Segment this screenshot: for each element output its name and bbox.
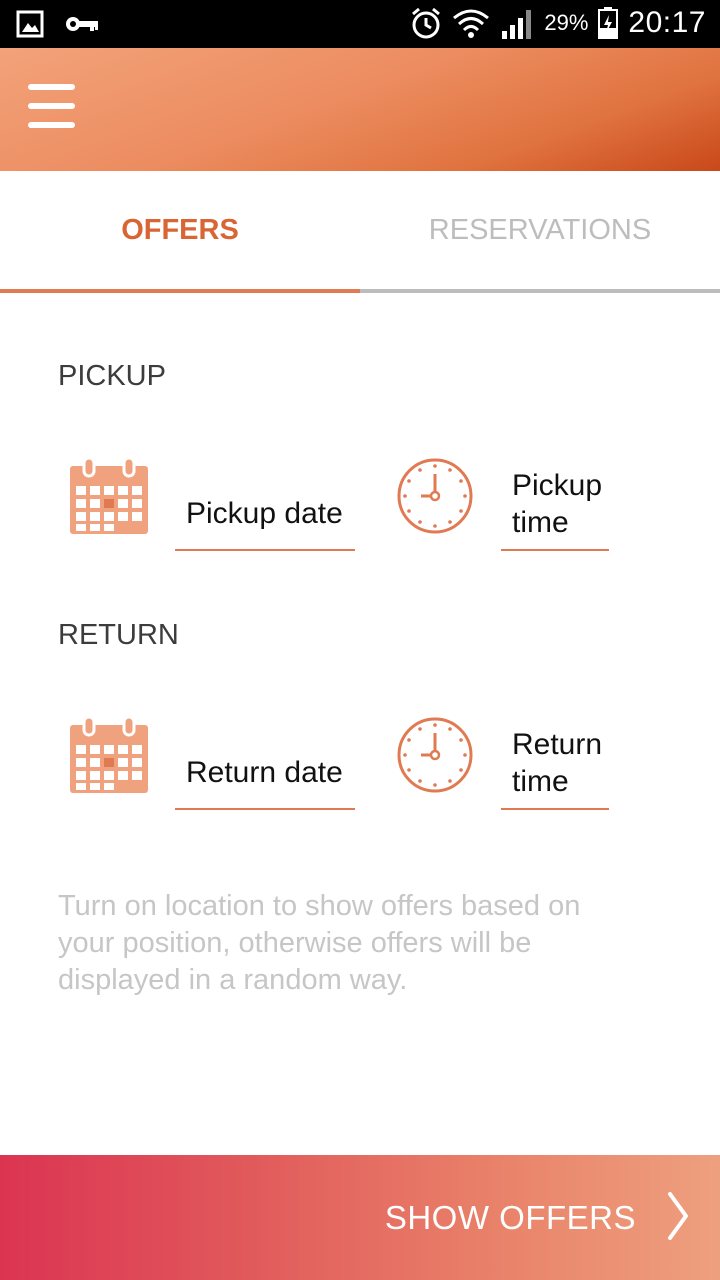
return-time-field[interactable]: Return time [501, 726, 609, 810]
return-time-placeholder: Return time [512, 728, 603, 798]
battery-percent: 29% [544, 10, 589, 35]
key-icon [66, 17, 98, 31]
battery-charging-icon [598, 7, 619, 39]
chevron-right-icon [668, 1192, 688, 1240]
tab-indicator-inactive [360, 289, 720, 293]
pickup-calendar-icon[interactable] [70, 458, 148, 534]
tab-indicator-active [0, 289, 360, 293]
return-clock-icon[interactable] [396, 716, 474, 794]
pickup-date-placeholder: Pickup date [186, 497, 343, 530]
menu-line [28, 84, 75, 90]
alarm-icon [412, 7, 441, 39]
pickup-time-field[interactable]: Pickup time [501, 467, 609, 551]
status-left-icons [16, 10, 100, 38]
pickup-section-label: PICKUP [58, 360, 166, 392]
menu-line [28, 122, 75, 128]
status-bar: 29% 20:17 [0, 0, 720, 48]
return-calendar-icon[interactable] [70, 717, 148, 793]
pickup-date-field[interactable]: Pickup date [175, 479, 355, 551]
pickup-clock-icon[interactable] [396, 457, 474, 535]
tab-offers[interactable]: OFFERS [0, 171, 360, 289]
location-hint-text: Turn on location to show offers based on… [58, 890, 581, 996]
gallery-icon [16, 10, 44, 38]
tab-reservations[interactable]: RESERVATIONS [360, 171, 720, 289]
show-offers-button[interactable]: SHOW OFFERS [0, 1155, 720, 1280]
tab-bar: OFFERS RESERVATIONS [0, 171, 720, 293]
menu-line [28, 103, 75, 109]
clock-time: 20:17 [628, 6, 706, 39]
signal-icon [502, 10, 532, 39]
pickup-time-placeholder: Pickup time [512, 469, 603, 539]
hamburger-menu-icon[interactable] [28, 82, 76, 132]
app-bar [0, 48, 720, 171]
status-right-icons: 29% 20:17 [410, 6, 706, 40]
return-section-label: RETURN [58, 619, 179, 651]
wifi-icon [453, 9, 490, 38]
return-date-placeholder: Return date [186, 756, 343, 789]
return-date-field[interactable]: Return date [175, 738, 355, 810]
show-offers-label: SHOW OFFERS [384, 1199, 636, 1236]
